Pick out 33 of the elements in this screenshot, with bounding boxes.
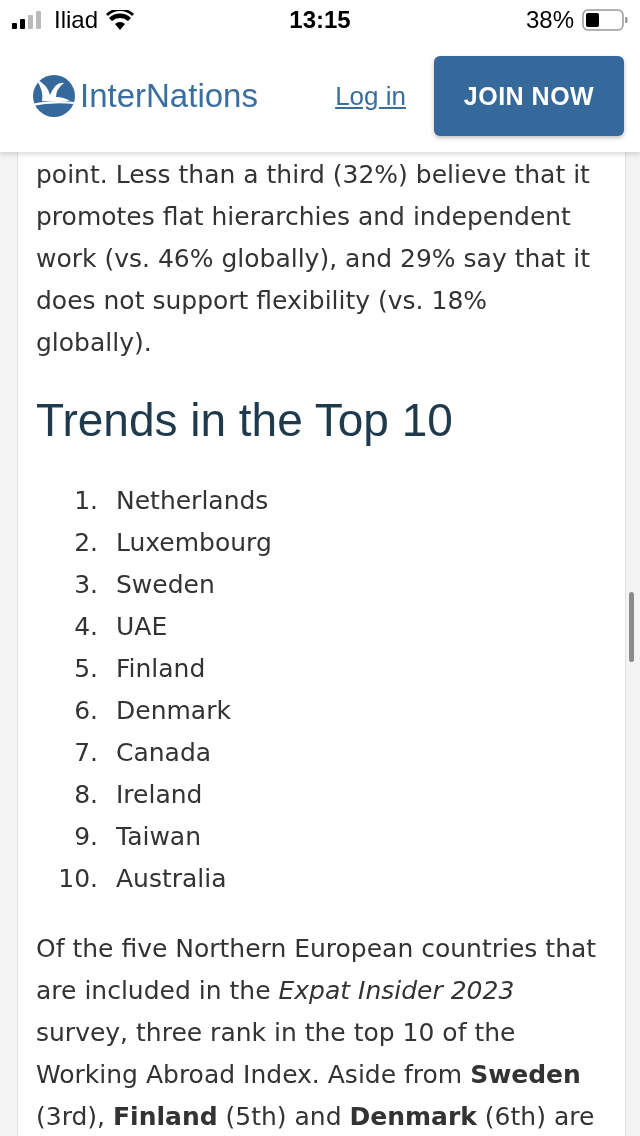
country-name: Canada: [116, 737, 212, 769]
bird-logo-icon: [30, 73, 76, 119]
country-name: Australia: [116, 863, 227, 895]
list-number: 7.: [73, 737, 98, 769]
login-link[interactable]: Log in: [335, 80, 406, 112]
scrollbar-thumb: [629, 592, 634, 662]
clock-time: 13:15: [289, 6, 351, 34]
list-number: 1.: [73, 485, 98, 517]
country-name: Denmark: [116, 695, 231, 727]
section-heading: Trends in the Top 10: [36, 393, 454, 448]
list-number: 4.: [73, 611, 98, 643]
list-number: 9.: [73, 821, 98, 853]
country-name: Finland: [116, 653, 206, 685]
country-name: Ireland: [116, 779, 203, 811]
list-number: 8.: [73, 779, 98, 811]
logo-text: InterNations: [80, 77, 258, 115]
country-name: Luxembourg: [116, 527, 272, 559]
list-number: 10.: [57, 863, 98, 895]
country-name: Sweden: [116, 569, 215, 601]
list-number: 3.: [73, 569, 98, 601]
article-paragraph: Of the five Northern European countries that are included in the Expat Insider 2023 survey, three rank in the top 10 of the Working Abroad Index. Aside from Sweden (3rd), Finland (5th) and Denmark (6th) are: [36, 933, 598, 1133]
country-name: Taiwan: [116, 821, 201, 853]
battery-icon: [582, 9, 628, 31]
country-name: Netherlands: [116, 485, 269, 517]
battery-percent: 38%: [525, 6, 574, 34]
list-number: 5.: [73, 653, 98, 685]
list-number: 6.: [73, 695, 98, 727]
country-name: UAE: [116, 611, 168, 643]
list-number: 2.: [73, 527, 98, 559]
article-paragraph: point. Less than a third (32%) believe that it promotes flat hierarchies and independent work (vs. 46% globally), and 29% say that it does not support flexibility (vs. 18% globally).: [36, 159, 592, 359]
wifi-icon: [106, 10, 135, 30]
join-now-button[interactable]: JOIN NOW: [434, 56, 624, 136]
carrier-name: Iliad: [54, 6, 99, 34]
